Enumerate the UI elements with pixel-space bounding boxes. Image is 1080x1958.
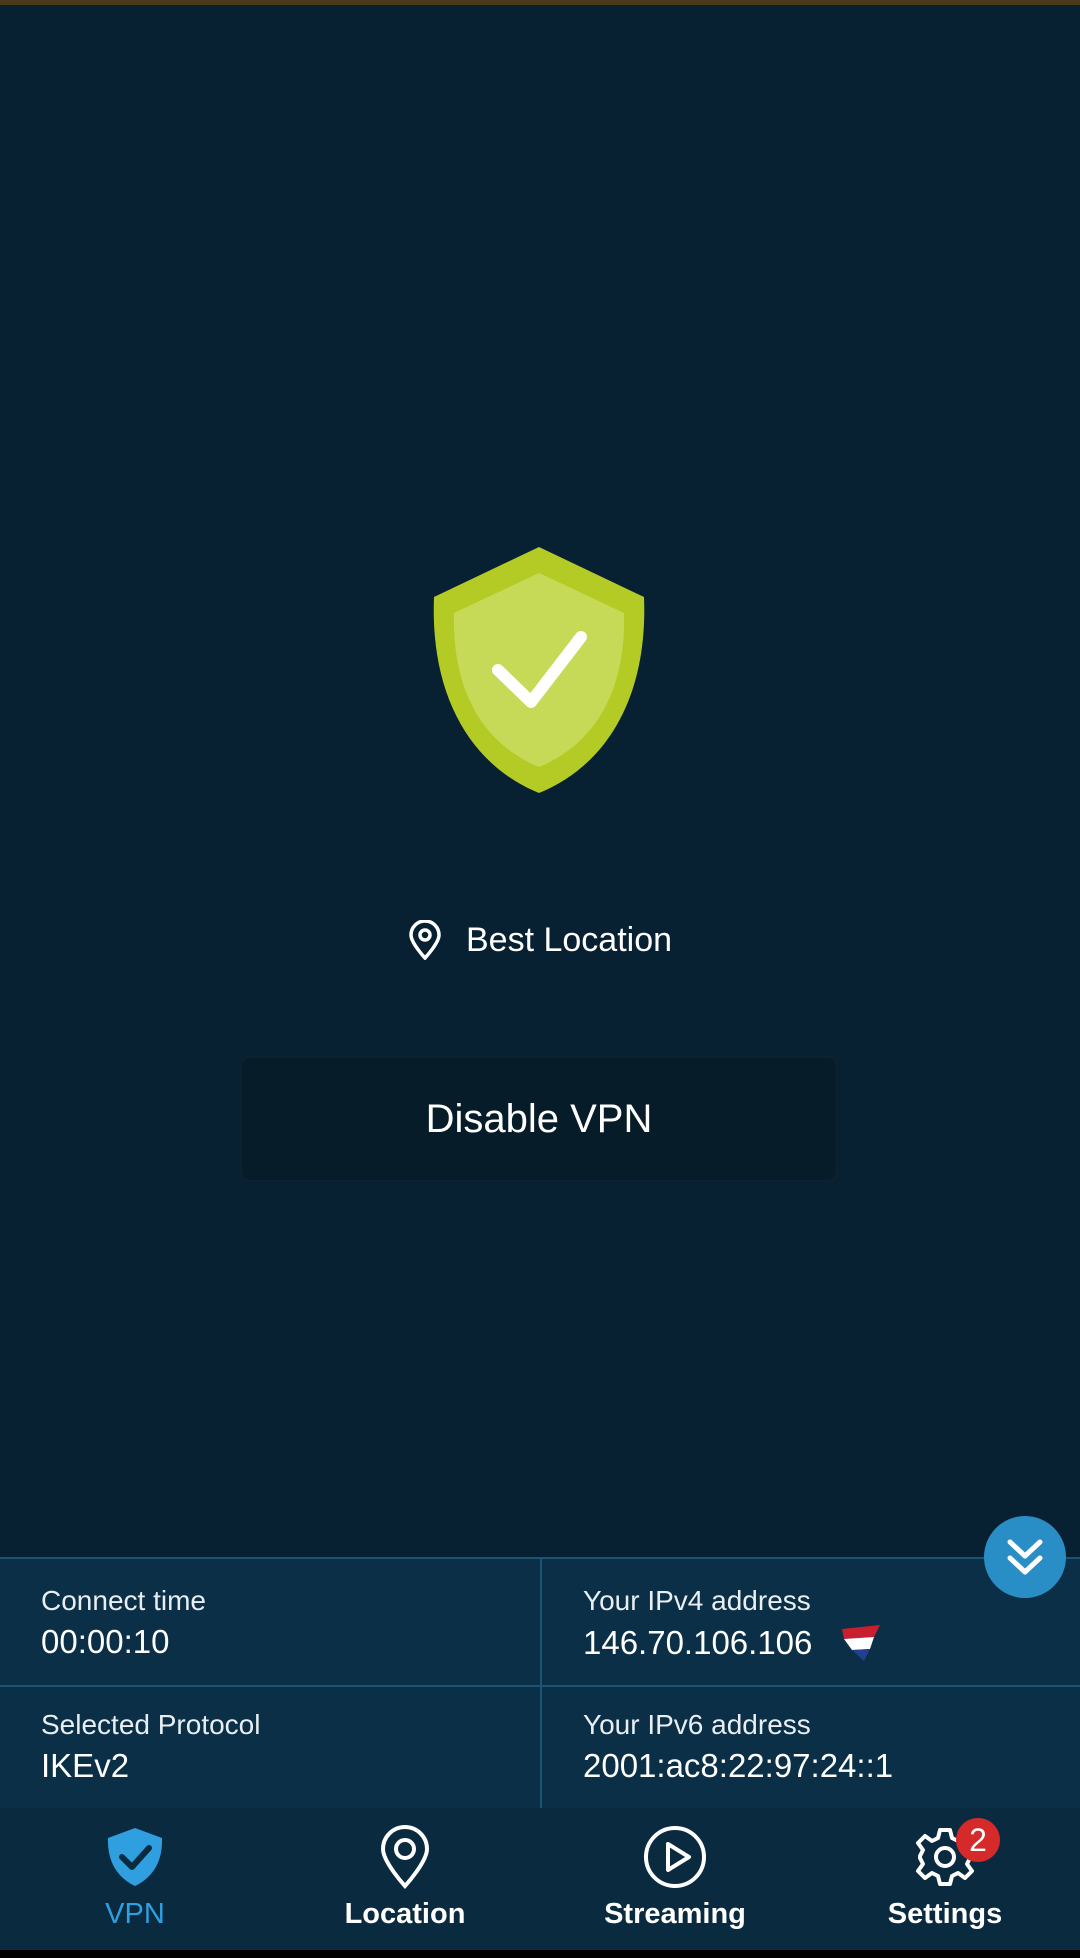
map-pin-icon <box>409 920 441 960</box>
connect-time-cell: Connect time 00:00:10 <box>41 1585 541 1661</box>
ipv6-cell: Your IPv6 address 2001:ac8:22:97:24::1 <box>583 1709 1080 1785</box>
ipv6-label: Your IPv6 address <box>583 1709 811 1740</box>
disable-vpn-button[interactable]: Disable VPN <box>240 1056 838 1182</box>
divider <box>0 1685 1080 1687</box>
nav-item-settings[interactable]: 2 Settings <box>810 1808 1080 1950</box>
shield-check-icon <box>107 1828 163 1886</box>
nav-label: Streaming <box>604 1898 746 1930</box>
location-label: Best Location <box>465 920 673 959</box>
play-circle-icon <box>644 1826 706 1888</box>
nav-item-vpn[interactable]: VPN <box>0 1808 270 1950</box>
settings-icon-wrap: 2 <box>912 1818 1000 1890</box>
nav-item-streaming[interactable]: Streaming <box>540 1808 810 1950</box>
connect-time-value: 00:00:10 <box>41 1623 170 1660</box>
notification-badge: 2 <box>956 1818 1000 1862</box>
connect-time-label: Connect time <box>41 1585 206 1616</box>
protocol-cell: Selected Protocol IKEv2 <box>41 1709 541 1785</box>
bottom-navigation: VPN Location Streaming 2 Settings <box>0 1808 1080 1950</box>
protocol-label: Selected Protocol <box>41 1709 261 1740</box>
ipv6-value: 2001:ac8:22:97:24::1 <box>583 1747 894 1784</box>
system-bar <box>0 1950 1080 1958</box>
netherlands-flag-icon <box>842 1625 881 1661</box>
selected-location[interactable]: Best Location <box>0 912 1080 968</box>
nav-item-location[interactable]: Location <box>270 1808 540 1950</box>
shield-check-icon <box>433 547 645 793</box>
nav-label: Location <box>344 1898 466 1930</box>
ipv4-value: 146.70.106.106 <box>583 1624 813 1661</box>
nav-label: Settings <box>887 1898 1003 1930</box>
collapse-panel-button[interactable] <box>984 1516 1066 1598</box>
map-pin-icon <box>380 1825 430 1889</box>
ipv4-value-row: 146.70.106.106 <box>583 1623 1080 1663</box>
protocol-value: IKEv2 <box>41 1747 130 1784</box>
nav-label: VPN <box>105 1898 165 1930</box>
ipv4-cell: Your IPv4 address 146.70.106.106 <box>583 1585 1080 1663</box>
double-chevron-down-icon <box>1007 1539 1043 1575</box>
connection-info-panel: Connect time 00:00:10 Your IPv4 address … <box>0 1557 1080 1809</box>
